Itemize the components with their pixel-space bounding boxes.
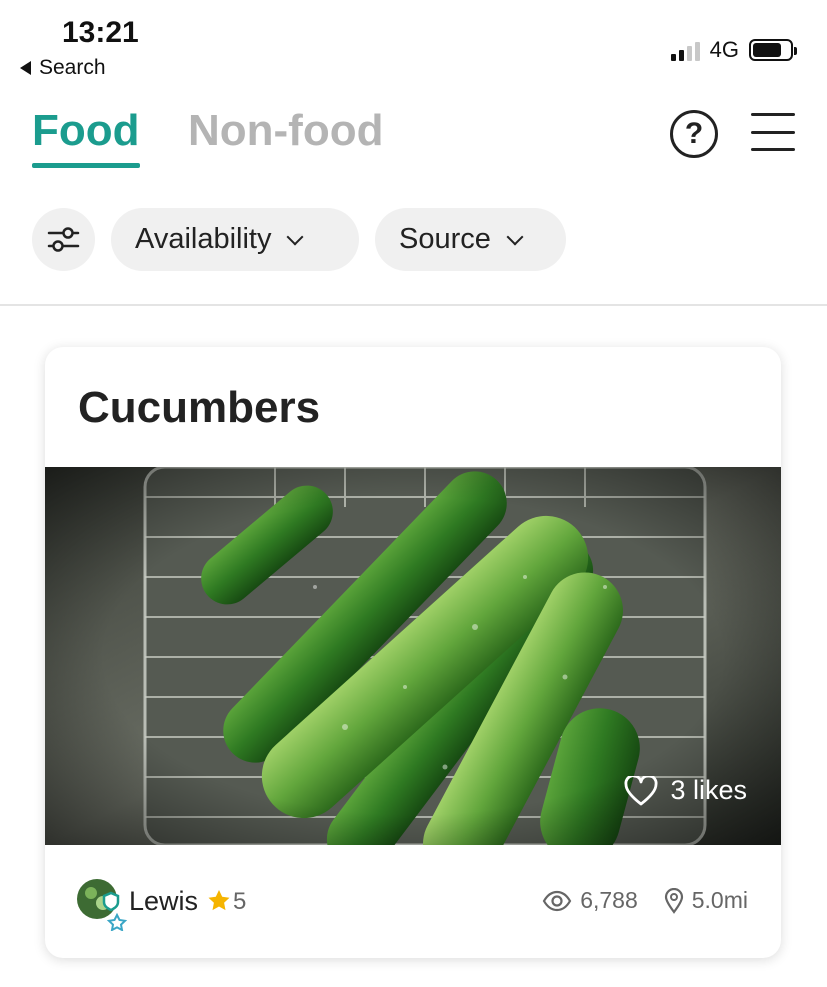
divider	[0, 304, 827, 306]
network-type: 4G	[709, 37, 739, 62]
star-icon	[208, 890, 230, 911]
user-rating: 5	[233, 888, 247, 915]
status-time: 13:21	[62, 16, 139, 49]
menu-icon[interactable]	[751, 113, 795, 151]
verified-shield-icon	[102, 891, 120, 912]
username[interactable]: Lewis	[129, 886, 198, 917]
listing-card[interactable]: Cucumbers 3 likes Lewis 5 6,788 5.0mi	[45, 347, 781, 958]
help-icon[interactable]: ?	[670, 110, 718, 158]
likes-count: 3 likes	[670, 775, 747, 805]
status-indicators: 4G	[670, 37, 797, 63]
availability-filter[interactable]: Availability	[111, 208, 359, 271]
listing-footer: Lewis 5 6,788 5.0mi	[45, 845, 781, 958]
tab-non-food[interactable]: Non-food	[188, 106, 383, 156]
battery-icon	[749, 39, 797, 61]
distance: 5.0mi	[691, 887, 748, 913]
signal-icon	[670, 39, 700, 61]
sliders-icon	[47, 227, 80, 252]
source-filter[interactable]: Source	[375, 208, 566, 271]
back-label: Search	[39, 56, 106, 79]
back-to-search[interactable]: Search	[20, 56, 106, 80]
listing-stats: 6,788 5.0mi	[542, 887, 748, 914]
listing-title: Cucumbers	[78, 383, 321, 432]
badge-star-icon	[106, 912, 128, 931]
eye-icon	[542, 890, 572, 911]
avatar[interactable]	[77, 879, 129, 931]
heart-icon	[625, 775, 658, 805]
tab-food-label: Food	[32, 106, 140, 155]
view-count: 6,788	[580, 887, 638, 913]
location-pin-icon	[664, 887, 683, 914]
availability-label: Availability	[135, 223, 272, 255]
source-label: Source	[399, 223, 491, 255]
active-tab-underline	[32, 163, 140, 168]
chevron-down-icon	[286, 228, 304, 245]
filter-settings-button[interactable]	[32, 208, 95, 271]
likes-indicator[interactable]: 3 likes	[624, 775, 747, 806]
chevron-down-icon	[506, 228, 524, 245]
tab-food[interactable]: Food	[32, 106, 140, 168]
back-arrow-icon	[20, 61, 31, 75]
